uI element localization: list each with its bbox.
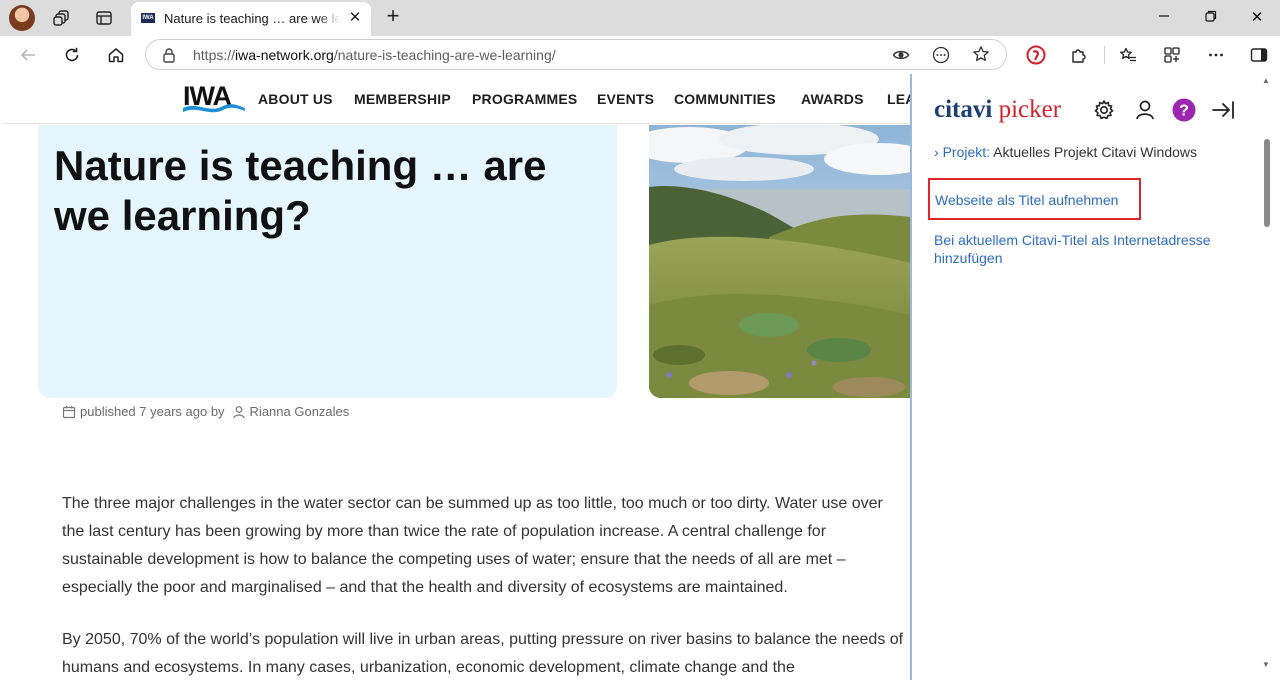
- citavi-picker-panel: citavi picker ? › Projekt: Aktuelles Pro…: [912, 74, 1280, 680]
- brand-citavi: citavi: [934, 96, 993, 123]
- restore-icon[interactable]: [1199, 7, 1223, 29]
- address-bar[interactable]: https://iwa-network.org/nature-is-teachi…: [145, 39, 1007, 70]
- browser-window: IWA Nature is teaching … are we learning…: [0, 0, 1280, 680]
- project-label: Projekt:: [942, 144, 991, 160]
- citavi-picker-logo: citavi picker: [934, 96, 1061, 124]
- reading-view-icon[interactable]: [892, 46, 910, 69]
- chevron-right-icon: ›: [934, 144, 939, 160]
- tab-title: Nature is teaching … are we learning?: [164, 11, 340, 26]
- svg-text:?: ?: [1179, 103, 1189, 120]
- article-paragraph-1: The three major challenges in the water …: [62, 495, 883, 596]
- tab-bar: IWA Nature is teaching … are we learning…: [0, 0, 1280, 36]
- collections-icon[interactable]: [1158, 41, 1186, 69]
- favorites-icon[interactable]: [1114, 41, 1142, 69]
- site-header: IWA ABOUT US MEMBERSHIP PROGRAMMES EVENT…: [4, 74, 911, 124]
- nav-events[interactable]: EVENTS: [597, 91, 654, 107]
- close-window-icon[interactable]: ✕: [1245, 7, 1269, 29]
- calendar-icon: [62, 405, 76, 419]
- url-prefix: https://: [193, 47, 236, 63]
- iwa-logo[interactable]: IWA: [183, 81, 245, 113]
- add-webpage-as-title-label: Webseite als Titel aufnehmen: [935, 192, 1119, 208]
- user-icon: [232, 405, 246, 419]
- add-url-to-current-title-link[interactable]: Bei aktuellem Citavi-Titel als Interneta…: [934, 231, 1244, 267]
- url-host: iwa-network.org: [235, 47, 334, 63]
- author-link[interactable]: Rianna Gonzales: [250, 404, 350, 419]
- article-meta: published 7 years ago by Rianna Gonzales: [62, 404, 349, 419]
- settings-more-icon[interactable]: [1202, 41, 1230, 69]
- nav-learn-truncated[interactable]: LEA: [887, 91, 911, 107]
- page-title: Nature is teaching … are we learning?: [54, 142, 547, 239]
- url-path: /nature-is-teaching-are-we-learning/: [333, 47, 556, 63]
- back-icon[interactable]: [14, 41, 42, 69]
- scroll-down-arrow-icon[interactable]: ▼: [1262, 660, 1270, 669]
- refresh-icon[interactable]: [58, 41, 86, 69]
- citavi-extension-icon[interactable]: [1022, 41, 1050, 69]
- published-text: published 7 years ago by: [80, 404, 225, 419]
- nav-awards[interactable]: AWARDS: [801, 91, 864, 107]
- extensions-icon[interactable]: [1065, 41, 1093, 69]
- nav-about-us[interactable]: ABOUT US: [258, 91, 333, 107]
- sign-in-arrow-icon[interactable]: [1209, 96, 1237, 124]
- home-icon[interactable]: [102, 41, 130, 69]
- project-selector[interactable]: › Projekt: Aktuelles Projekt Citavi Wind…: [934, 144, 1197, 160]
- hero-title-box: Nature is teaching … are we learning?: [38, 125, 617, 398]
- nav-communities[interactable]: COMMUNITIES: [674, 91, 776, 107]
- panel-scrollbar-thumb[interactable]: [1264, 139, 1270, 227]
- address-toolbar: https://iwa-network.org/nature-is-teachi…: [0, 36, 1280, 74]
- nav-membership[interactable]: MEMBERSHIP: [354, 91, 451, 107]
- lock-icon[interactable]: [162, 47, 176, 68]
- tab-favicon: IWA: [141, 13, 155, 23]
- nav-programmes[interactable]: PROGRAMMES: [472, 91, 577, 107]
- new-tab-icon[interactable]: +: [381, 5, 405, 29]
- brand-picker: picker: [998, 96, 1062, 123]
- workspaces-icon[interactable]: [48, 4, 76, 32]
- hero-landscape-image: [649, 125, 911, 398]
- project-name: Aktuelles Projekt Citavi Windows: [993, 144, 1198, 160]
- more-tools-icon[interactable]: [932, 46, 950, 69]
- tab-active[interactable]: IWA Nature is teaching … are we learning…: [131, 2, 371, 36]
- favorite-star-icon[interactable]: [972, 45, 990, 68]
- help-icon[interactable]: ?: [1170, 96, 1198, 124]
- article-paragraph-2: By 2050, 70% of the world’s population w…: [62, 631, 904, 676]
- minimize-icon[interactable]: [1152, 7, 1176, 29]
- url-text[interactable]: https://iwa-network.org/nature-is-teachi…: [193, 47, 556, 63]
- web-page: IWA ABOUT US MEMBERSHIP PROGRAMMES EVENT…: [4, 74, 911, 680]
- settings-gear-icon[interactable]: [1090, 96, 1118, 124]
- close-tab-icon[interactable]: ✕: [345, 8, 365, 28]
- profile-avatar[interactable]: [9, 5, 35, 31]
- add-webpage-as-title-button[interactable]: Webseite als Titel aufnehmen: [928, 178, 1141, 220]
- scroll-up-arrow-icon[interactable]: ▲: [1262, 76, 1270, 85]
- account-user-icon[interactable]: [1131, 96, 1159, 124]
- toolbar-separator: [1104, 46, 1105, 64]
- tab-actions-icon[interactable]: [90, 4, 118, 32]
- sidebar-toggle-icon[interactable]: [1245, 41, 1273, 69]
